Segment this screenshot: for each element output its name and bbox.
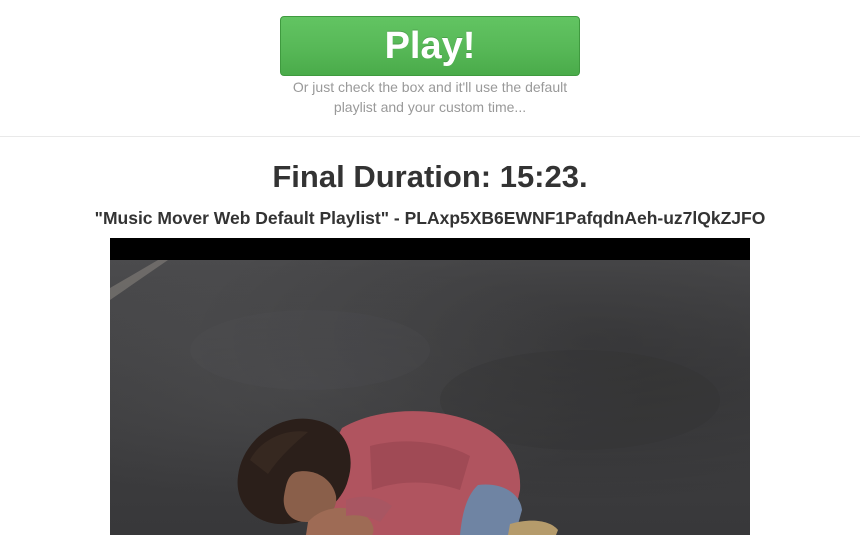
video-player[interactable] [110, 238, 750, 535]
video-frame[interactable] [110, 260, 750, 535]
video-still-image [110, 260, 720, 535]
play-section: Play! Or just check the box and it'll us… [0, 0, 860, 137]
play-button[interactable]: Play! [280, 16, 580, 76]
final-duration-heading: Final Duration: 15:23. [272, 159, 588, 194]
playlist-title: "Music Mover Web Default Playlist" - PLA… [94, 208, 766, 228]
play-hint-text: Or just check the box and it'll use the … [292, 79, 568, 115]
